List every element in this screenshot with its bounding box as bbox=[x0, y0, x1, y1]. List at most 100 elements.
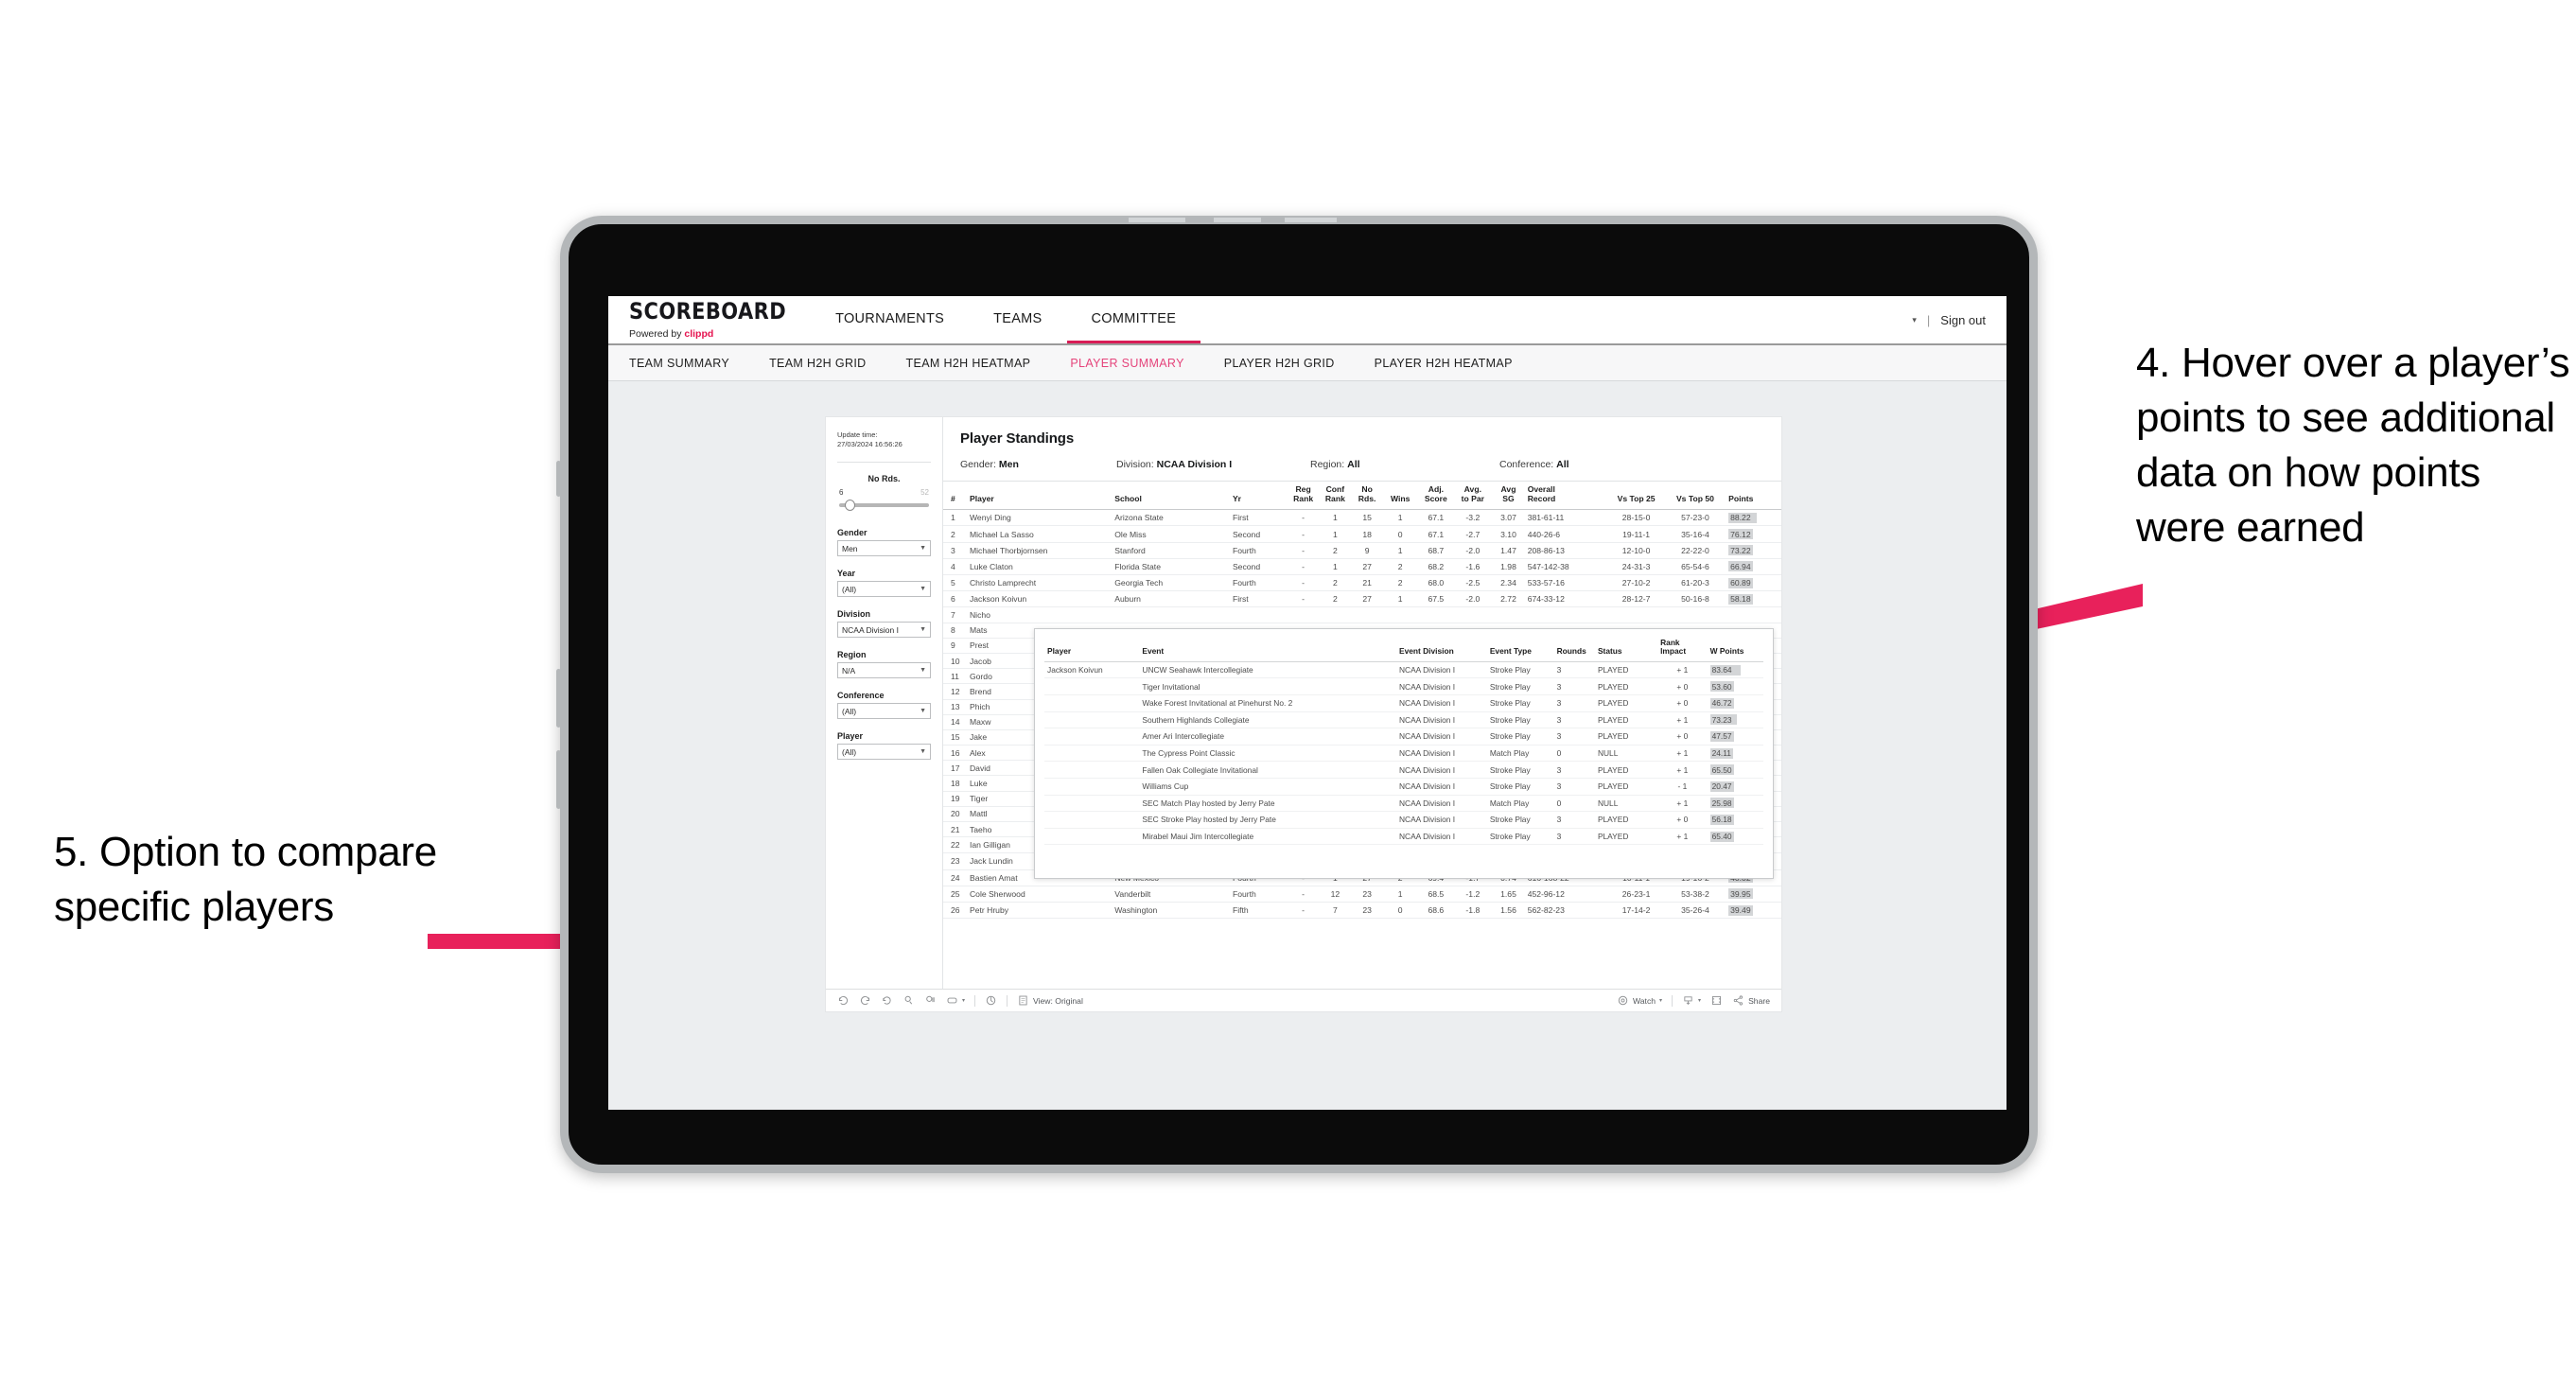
tooltip-row: SEC Stroke Play hosted by Jerry Pate NCAA… bbox=[1044, 811, 1763, 829]
subnav-item-player-summary[interactable]: PLAYER SUMMARY bbox=[1070, 357, 1204, 370]
subnav-item-team-h2h-heatmap[interactable]: TEAM H2H HEATMAP bbox=[906, 357, 1052, 370]
filter-select-year[interactable]: (All) ▼ bbox=[837, 581, 931, 598]
points-value[interactable]: 60.89 bbox=[1728, 577, 1753, 588]
share-group[interactable]: Share bbox=[1732, 994, 1770, 1007]
col-header-conf-rank[interactable]: Conf Rank bbox=[1319, 482, 1352, 511]
tooltip-cell-type: Stroke Play bbox=[1486, 811, 1554, 829]
col-header-overall-record[interactable]: Overall Record bbox=[1525, 482, 1607, 511]
tablet-device-frame: SCOREBOARD Powered by clippd TOURNAMENTS… bbox=[556, 216, 2038, 1173]
no-rounds-slider-handle[interactable] bbox=[844, 500, 855, 512]
points-value[interactable]: 39.49 bbox=[1728, 904, 1753, 916]
cell-pts: 66.94 bbox=[1725, 558, 1781, 576]
table-row[interactable]: 25 Cole Sherwood Vanderbilt Fourth -12 23 1 68.… bbox=[943, 886, 1781, 903]
tooltip-cell-type: Stroke Play bbox=[1486, 778, 1554, 796]
tooltip-cell-division: NCAA Division I bbox=[1395, 795, 1487, 813]
device-layout-group[interactable]: ▾ bbox=[946, 994, 965, 1007]
col-header-vs-top-50[interactable]: Vs Top 50 bbox=[1665, 482, 1726, 511]
pause-auto-update-icon[interactable] bbox=[924, 994, 937, 1007]
view-original-label[interactable]: View: Original bbox=[1033, 996, 1083, 1006]
col-header-school[interactable]: School bbox=[1113, 482, 1231, 511]
view-original-group[interactable]: View: Original bbox=[1017, 994, 1083, 1007]
download-caret-icon[interactable]: ▾ bbox=[1698, 997, 1701, 1004]
col-header-player[interactable]: Player bbox=[967, 482, 1113, 511]
undo-icon[interactable] bbox=[837, 994, 850, 1007]
points-value[interactable]: 73.22 bbox=[1728, 545, 1753, 556]
col-header-yr[interactable]: Yr bbox=[1230, 482, 1288, 511]
table-row[interactable]: 5 Christo Lamprecht Georgia Tech Fourth -2 21… bbox=[943, 574, 1781, 592]
chevron-down-icon[interactable]: ▼ bbox=[920, 586, 926, 592]
filter-select-gender[interactable]: Men ▼ bbox=[837, 540, 931, 557]
col-header-avg-sg[interactable]: Avg SG bbox=[1491, 482, 1526, 511]
watch-icon[interactable] bbox=[1617, 994, 1629, 1007]
subnav-item-team-h2h-grid[interactable]: TEAM H2H GRID bbox=[769, 357, 886, 370]
tooltip-cell-event: SEC Stroke Play hosted by Jerry Pate bbox=[1139, 811, 1396, 829]
subnav-item-team-summary[interactable]: TEAM SUMMARY bbox=[629, 357, 750, 370]
col-header-wins[interactable]: Wins bbox=[1383, 482, 1418, 511]
cell-adj: 68.2 bbox=[1417, 558, 1455, 576]
summary-value: Men bbox=[998, 459, 1019, 470]
subnav-item-player-h2h-grid[interactable]: PLAYER H2H GRID bbox=[1224, 357, 1356, 370]
tooltip-cell-status: PLAYED bbox=[1594, 677, 1658, 695]
cell-wins: 2 bbox=[1383, 574, 1418, 592]
viz-bottom-toolbar: ▾ View: Original Watch ▾ ▾ Share bbox=[826, 989, 1781, 1011]
col-header-reg-rank[interactable]: Reg Rank bbox=[1287, 482, 1320, 511]
subnav-item-player-h2h-heatmap[interactable]: PLAYER H2H HEATMAP bbox=[1375, 357, 1533, 370]
table-row[interactable]: 4 Luke Claton Florida State Second -1 27 2 68.2… bbox=[943, 558, 1781, 576]
no-rounds-slider-track[interactable] bbox=[839, 500, 929, 512]
table-row[interactable]: 3 Michael Thorbjornsen Stanford Fourth -2 9 1 6… bbox=[943, 542, 1781, 559]
table-row[interactable]: 1 Wenyi Ding Arizona State First -1 15 1 67.1 -3… bbox=[943, 509, 1781, 527]
cell-school bbox=[1113, 606, 1231, 623]
points-value[interactable]: 58.18 bbox=[1728, 593, 1753, 605]
points-value[interactable]: 88.22 bbox=[1728, 512, 1758, 523]
col-header-avg-to-par[interactable]: Avg. to Par bbox=[1454, 482, 1492, 511]
filter-select-region[interactable]: N/A ▼ bbox=[837, 662, 931, 679]
watch-caret-icon[interactable]: ▾ bbox=[1659, 997, 1662, 1004]
col-header-vs-top-25[interactable]: Vs Top 25 bbox=[1606, 482, 1666, 511]
filter-select-conference[interactable]: (All) ▼ bbox=[837, 703, 931, 720]
nav-item-teams[interactable]: TEAMS bbox=[969, 296, 1066, 343]
col-header-no-rds[interactable]: No Rds. bbox=[1351, 482, 1383, 511]
table-row[interactable]: 26 Petr Hruby Washington Fifth -7 23 0 68.6 -1.8… bbox=[943, 902, 1781, 920]
redo-icon[interactable] bbox=[859, 994, 871, 1007]
chevron-down-icon[interactable]: ▼ bbox=[920, 667, 926, 674]
share-icon[interactable] bbox=[1732, 994, 1744, 1007]
chevron-down-icon[interactable]: ▼ bbox=[920, 626, 926, 633]
watch-group[interactable]: Watch ▾ bbox=[1617, 994, 1662, 1007]
table-row[interactable]: 2 Michael La Sasso Ole Miss Second -1 18 0 67.1… bbox=[943, 525, 1781, 543]
chevron-down-icon[interactable]: ▼ bbox=[920, 545, 926, 552]
tooltip-cell-type: Match Play bbox=[1486, 795, 1554, 813]
points-value[interactable]: 66.94 bbox=[1728, 561, 1753, 572]
revert-icon[interactable] bbox=[881, 994, 893, 1007]
tooltip-cell-division: NCAA Division I bbox=[1395, 811, 1487, 829]
col-header-adj-score[interactable]: Adj. Score bbox=[1417, 482, 1455, 511]
sign-out-link[interactable]: Sign out bbox=[1940, 313, 1986, 327]
chevron-down-icon[interactable]: ▼ bbox=[920, 708, 926, 714]
table-row[interactable]: 6 Jackson Koivun Auburn First -2 27 1 67.5 -2.0 2… bbox=[943, 590, 1781, 608]
download-group[interactable]: ▾ bbox=[1682, 994, 1701, 1007]
filter-year: Year (All) ▼ bbox=[837, 569, 931, 598]
device-layout-icon[interactable] bbox=[946, 994, 958, 1007]
tooltip-cell-status: PLAYED bbox=[1594, 761, 1658, 779]
tooltip-cell-division: NCAA Division I bbox=[1395, 711, 1487, 729]
fullscreen-icon[interactable] bbox=[1710, 994, 1723, 1007]
points-value[interactable]: 76.12 bbox=[1728, 529, 1753, 540]
filter-select-player[interactable]: (All) ▼ bbox=[837, 744, 931, 761]
download-icon[interactable] bbox=[1682, 994, 1694, 1007]
chevron-down-icon[interactable]: ▾ bbox=[1912, 315, 1917, 325]
view-icon[interactable] bbox=[1017, 994, 1029, 1007]
pause-icon[interactable] bbox=[985, 994, 997, 1007]
refresh-data-icon[interactable] bbox=[902, 994, 915, 1007]
nav-item-committee[interactable]: COMMITTEE bbox=[1066, 296, 1201, 343]
device-layout-caret-icon[interactable]: ▾ bbox=[962, 997, 965, 1004]
points-value[interactable]: 39.95 bbox=[1728, 888, 1753, 900]
chevron-down-icon[interactable]: ▼ bbox=[920, 748, 926, 755]
watch-label[interactable]: Watch bbox=[1633, 996, 1656, 1006]
table-row[interactable]: 7 Nicho bbox=[943, 606, 1781, 623]
share-label[interactable]: Share bbox=[1748, 996, 1770, 1006]
nav-item-tournaments[interactable]: TOURNAMENTS bbox=[811, 296, 969, 343]
col-header-[interactable]: # bbox=[943, 482, 968, 511]
col-header-points[interactable]: Points bbox=[1725, 482, 1781, 511]
standings-table-wrapper[interactable]: # Player School Yr Reg Rank Conf Rank No Rds. Wins… bbox=[943, 481, 1781, 989]
filter-select-division[interactable]: NCAA Division I ▼ bbox=[837, 622, 931, 639]
brand-logo[interactable]: SCOREBOARD Powered by clippd bbox=[608, 296, 811, 343]
